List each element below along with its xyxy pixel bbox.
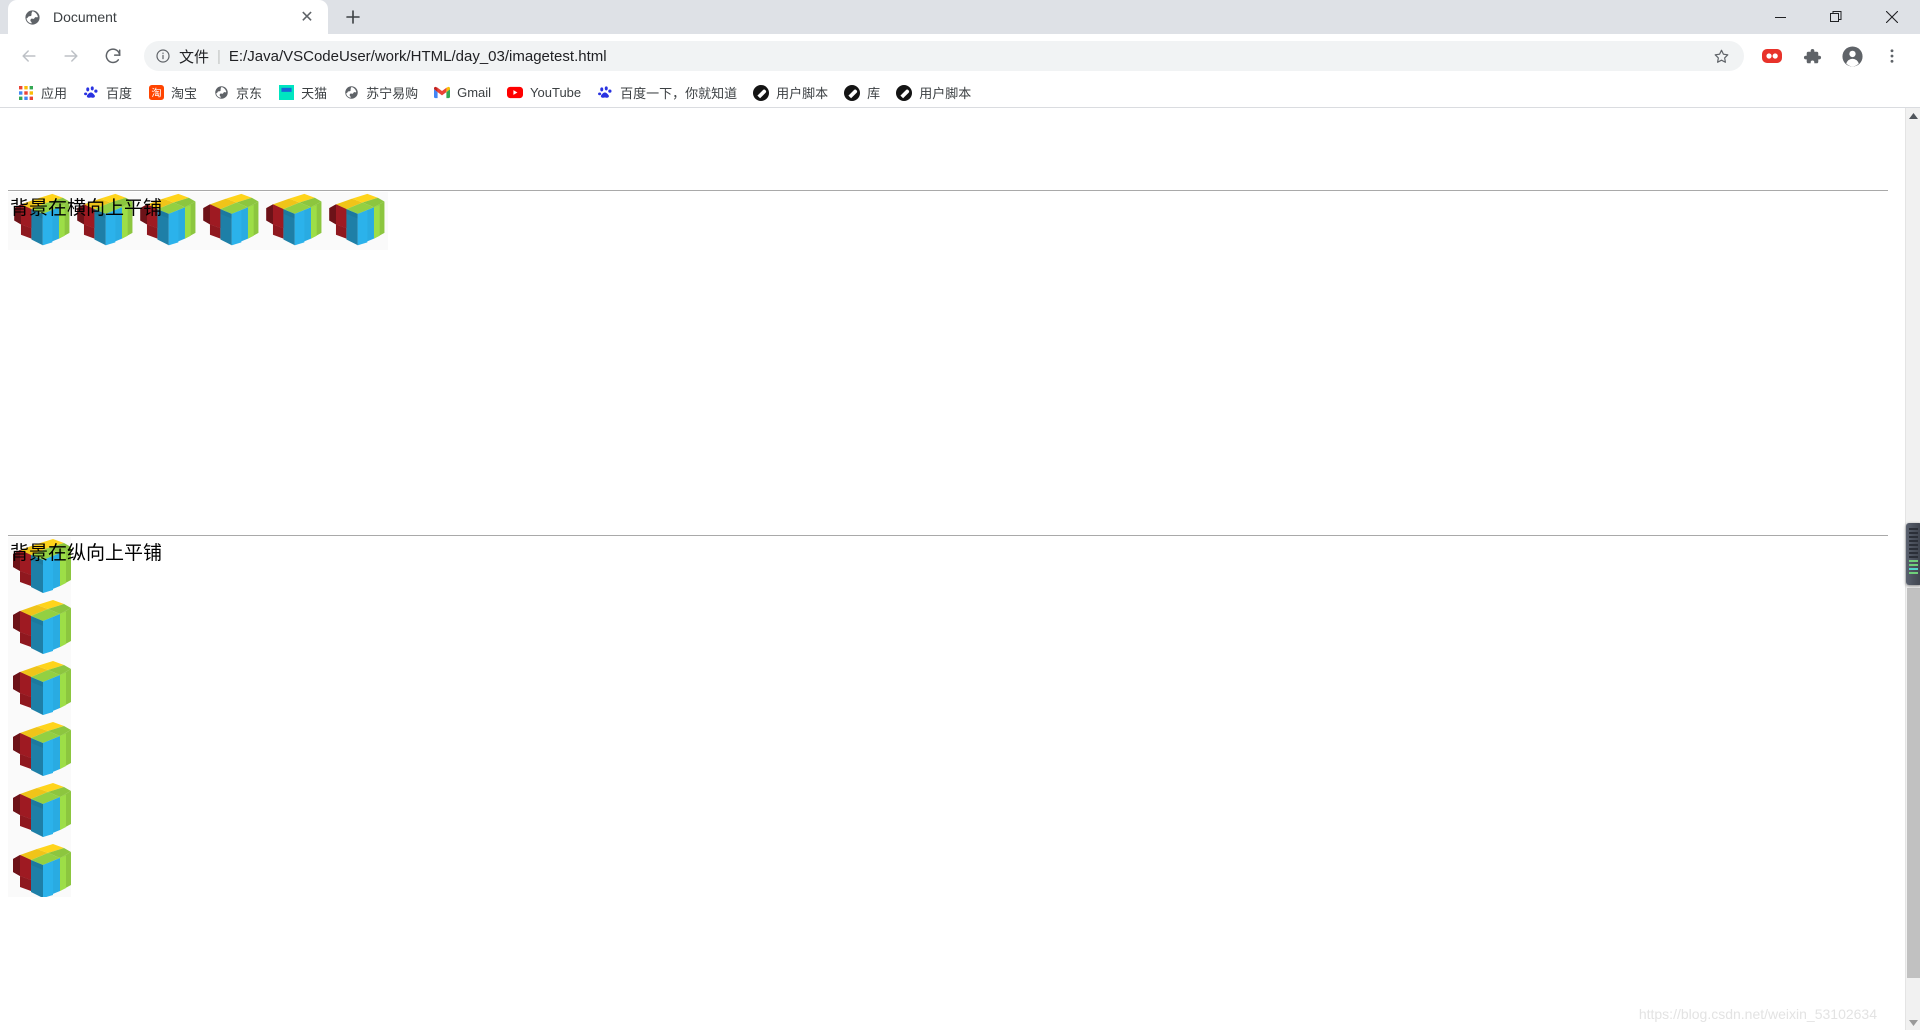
bookmark-library[interactable]: 库 [836, 81, 888, 105]
section-repeat-y: 背景在纵向上平铺 [0, 537, 1905, 897]
bookmark-label: YouTube [530, 85, 582, 100]
bookmark-taobao[interactable]: 淘 淘宝 [140, 81, 205, 105]
close-icon[interactable]: ✕ [296, 6, 318, 28]
bookmark-label: 天猫 [301, 86, 328, 101]
new-tab-button[interactable] [338, 2, 368, 32]
top-spacer [0, 108, 1905, 190]
tab-strip: Document ✕ [0, 0, 1920, 34]
bookmarks-bar: 应用 百度 淘 淘宝 京东 天猫 苏宁易购 Gmail YouTube 百度一下… [0, 78, 1920, 108]
bookmark-label: 应用 [41, 86, 68, 101]
bookmark-userscript-2[interactable]: 用户脚本 [888, 81, 979, 105]
caption-repeat-y: 背景在纵向上平铺 [10, 542, 163, 564]
tmall-icon [278, 85, 294, 101]
bookmark-tmall[interactable]: 天猫 [270, 81, 335, 105]
tampermonkey-icon [753, 84, 770, 101]
bookmark-youtube[interactable]: YouTube [499, 81, 589, 105]
bookmark-label: 用户脚本 [776, 86, 829, 101]
url-scheme-label: 文件 [179, 48, 210, 66]
puzzle-extensions-icon[interactable] [1795, 39, 1829, 73]
bookmark-baidu[interactable]: 百度 [75, 81, 140, 105]
bookmark-star-icon[interactable] [1710, 45, 1732, 67]
gmail-icon [434, 85, 451, 101]
bookmark-label: 京东 [236, 86, 263, 101]
bookmark-label: 库 [867, 86, 881, 101]
tampermonkey-icon [844, 84, 861, 101]
browser-window: Document ✕ 文件 | E:/Java/VSCodeUser/work/… [0, 0, 1920, 1030]
globe-icon [343, 85, 359, 101]
baidu-icon [83, 85, 99, 101]
bookmark-suning[interactable]: 苏宁易购 [335, 81, 426, 105]
address-bar[interactable]: 文件 | E:/Java/VSCodeUser/work/HTML/day_03… [144, 41, 1744, 71]
bookmark-gmail[interactable]: Gmail [426, 81, 499, 105]
page-viewport: 背景在横向上平铺 背景在纵向上平铺 https://blog.csdn.net/… [0, 108, 1920, 1030]
bookmark-apps[interactable]: 应用 [10, 81, 75, 105]
globe-icon [24, 9, 41, 26]
url-text[interactable]: E:/Java/VSCodeUser/work/HTML/day_03/imag… [229, 48, 1702, 65]
info-circle-icon[interactable] [154, 47, 172, 65]
reload-button[interactable] [96, 39, 130, 73]
bookmark-label: 百度一下，你就知道 [620, 86, 738, 101]
scroll-down-arrow-icon[interactable] [1906, 1015, 1920, 1030]
bookmark-label: 淘宝 [171, 86, 198, 101]
middle-spacer [0, 250, 1905, 535]
web-page-content: 背景在横向上平铺 背景在纵向上平铺 https://blog.csdn.net/… [0, 108, 1905, 1030]
scrollbar-thumb[interactable] [1907, 588, 1920, 978]
scroll-up-arrow-icon[interactable] [1906, 108, 1920, 123]
page-scrollbar[interactable] [1905, 108, 1920, 1030]
taobao-icon: 淘 [148, 85, 164, 101]
maximize-restore-button[interactable] [1808, 0, 1864, 34]
section-repeat-x: 背景在横向上平铺 [0, 192, 1905, 250]
close-window-button[interactable] [1864, 0, 1920, 34]
bookmark-jd[interactable]: 京东 [205, 81, 270, 105]
bookmark-label: 苏宁易购 [366, 86, 419, 101]
bookmark-userscript-1[interactable]: 用户脚本 [745, 81, 836, 105]
bookmark-label: 百度 [106, 86, 133, 101]
extension-red-icon[interactable] [1755, 39, 1789, 73]
apps-grid-icon [18, 85, 34, 101]
forward-button[interactable] [54, 39, 88, 73]
baidu-icon [597, 85, 613, 101]
caption-repeat-x: 背景在横向上平铺 [10, 197, 163, 219]
tab-title: Document [53, 9, 117, 25]
bookmark-label: 用户脚本 [919, 86, 972, 101]
watermark-text: https://blog.csdn.net/weixin_53102634 [1638, 1006, 1877, 1022]
minimize-button[interactable] [1752, 0, 1808, 34]
window-controls [1752, 0, 1920, 34]
background-tile-repeat-y [8, 537, 71, 897]
more-menu-icon[interactable] [1875, 39, 1909, 73]
back-button[interactable] [12, 39, 46, 73]
tab-document[interactable]: Document ✕ [8, 0, 328, 34]
profile-avatar-icon[interactable] [1835, 39, 1869, 73]
youtube-icon [507, 85, 524, 101]
url-separator: | [217, 47, 221, 65]
svg-text:淘: 淘 [151, 86, 161, 99]
scrollbar-position-marker[interactable] [1906, 523, 1920, 585]
bookmark-label: Gmail [457, 85, 492, 100]
browser-toolbar: 文件 | E:/Java/VSCodeUser/work/HTML/day_03… [0, 34, 1920, 78]
tampermonkey-icon [896, 84, 913, 101]
bookmark-baidu-search[interactable]: 百度一下，你就知道 [589, 81, 745, 105]
globe-icon [213, 85, 229, 101]
